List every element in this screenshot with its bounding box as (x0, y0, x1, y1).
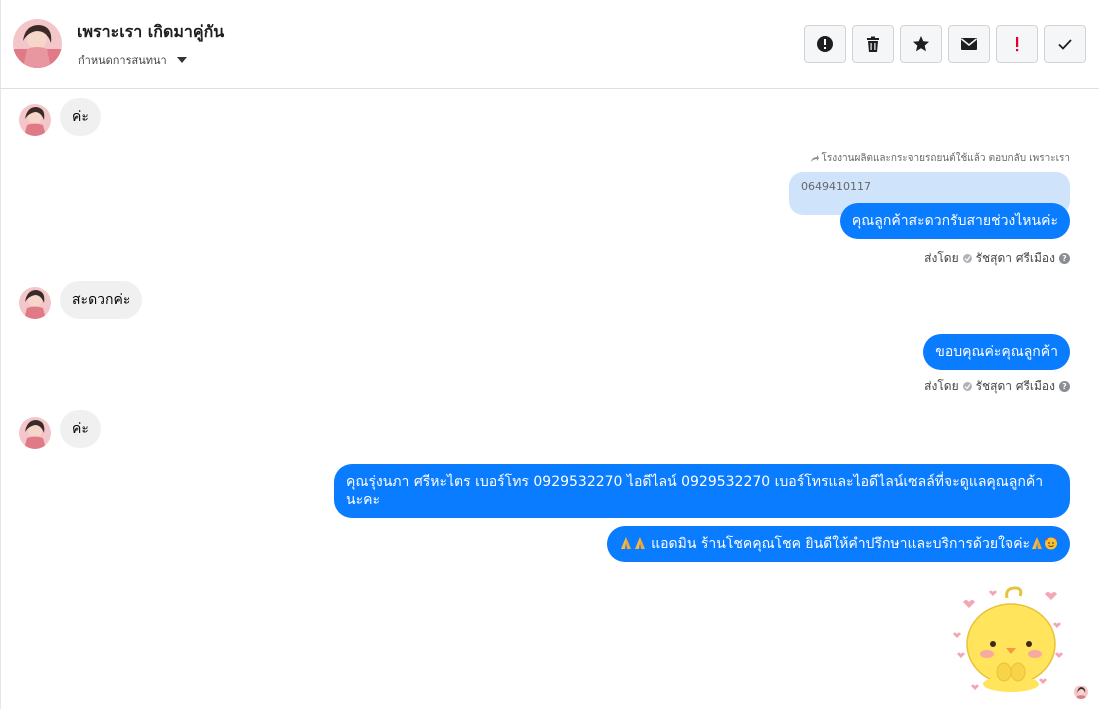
outgoing-message[interactable]: ขอบคุณค่ะคุณลูกค้า (923, 334, 1070, 370)
chick-sticker[interactable] (949, 584, 1073, 694)
outgoing-message-text: แอดมิน ร้านโชคคุณโชค ยินดีให้คำปรึกษาและ… (651, 536, 1030, 552)
mark-unread-button[interactable] (948, 25, 990, 63)
sent-by-prefix: ส่งโดย (924, 379, 959, 393)
incoming-message[interactable]: ค่ะ (60, 410, 101, 448)
sent-by-agent: รัชสุดา ศรีเมือง (975, 379, 1055, 393)
sender-avatar[interactable] (19, 287, 51, 319)
help-icon[interactable]: ? (1059, 381, 1070, 392)
folded-hands-icon (634, 537, 645, 549)
contact-name: เพราะเรา เกิดมาคู่กัน (77, 22, 225, 41)
conversation-toolbar (804, 25, 1086, 63)
smiling-face-with-hearts-icon (1045, 537, 1058, 550)
sender-avatar[interactable] (19, 417, 51, 449)
incoming-message[interactable]: สะดวกค่ะ (60, 281, 143, 319)
folded-hands-icon (1032, 537, 1042, 549)
star-icon (913, 36, 929, 52)
reply-context: โรงงานผลิตและกระจายรถยนต์ใช้แล้ว ตอบกลับ… (810, 151, 1071, 166)
sent-by-prefix: ส่งโดย (924, 251, 959, 265)
conversation-menu-label: กำหนดการสนทนา (78, 54, 167, 67)
folded-hands-icon (620, 537, 631, 549)
verified-icon (962, 382, 972, 391)
alert-circle-icon (817, 36, 833, 52)
reply-context-text: โรงงานผลิตและกระจายรถยนต์ใช้แล้ว ตอบกลับ… (821, 153, 1071, 164)
checkmark-icon (1058, 39, 1072, 50)
reply-arrow-icon (810, 154, 819, 162)
incoming-message[interactable]: ค่ะ (60, 98, 101, 136)
outgoing-message[interactable]: คุณรุ่งนภา ศรีหะไตร เบอร์โทร 0929532270 … (334, 464, 1070, 518)
report-button[interactable] (804, 25, 846, 63)
conversation-menu[interactable]: กำหนดการสนทนา (78, 51, 187, 69)
sender-avatar[interactable] (19, 104, 51, 136)
outgoing-message[interactable]: คุณลูกค้าสะดวกรับสายช่วงไหนค่ะ (839, 203, 1070, 239)
delete-button[interactable] (852, 25, 894, 63)
sent-by-info: ส่งโดย รัชสุดา ศรีเมือง ? (924, 377, 1070, 396)
sent-by-info: ส่งโดย รัชสุดา ศรีเมือง ? (924, 249, 1070, 268)
sent-by-agent: รัชสุดา ศรีเมือง (975, 251, 1055, 265)
verified-icon (962, 254, 972, 263)
quoted-message-text: 0649410117 (801, 180, 871, 193)
star-button[interactable] (900, 25, 942, 63)
contact-avatar[interactable] (13, 19, 62, 68)
message-thread: ค่ะ โรงงานผลิตและกระจายรถยนต์ใช้แล้ว ตอบ… (0, 89, 1099, 709)
mail-icon (961, 38, 977, 50)
mark-done-button[interactable] (1044, 25, 1086, 63)
outgoing-message[interactable]: แอดมิน ร้านโชคคุณโชค ยินดีให้คำปรึกษาและ… (606, 526, 1070, 562)
trash-icon (867, 36, 879, 52)
caret-down-icon (176, 57, 187, 63)
help-icon[interactable]: ? (1059, 253, 1070, 264)
exclamation-icon (1016, 37, 1019, 52)
flag-button[interactable] (996, 25, 1038, 63)
conversation-header: เพราะเรา เกิดมาคู่กัน กำหนดการสนทนา (0, 0, 1099, 89)
read-receipt-avatar (1074, 685, 1088, 699)
